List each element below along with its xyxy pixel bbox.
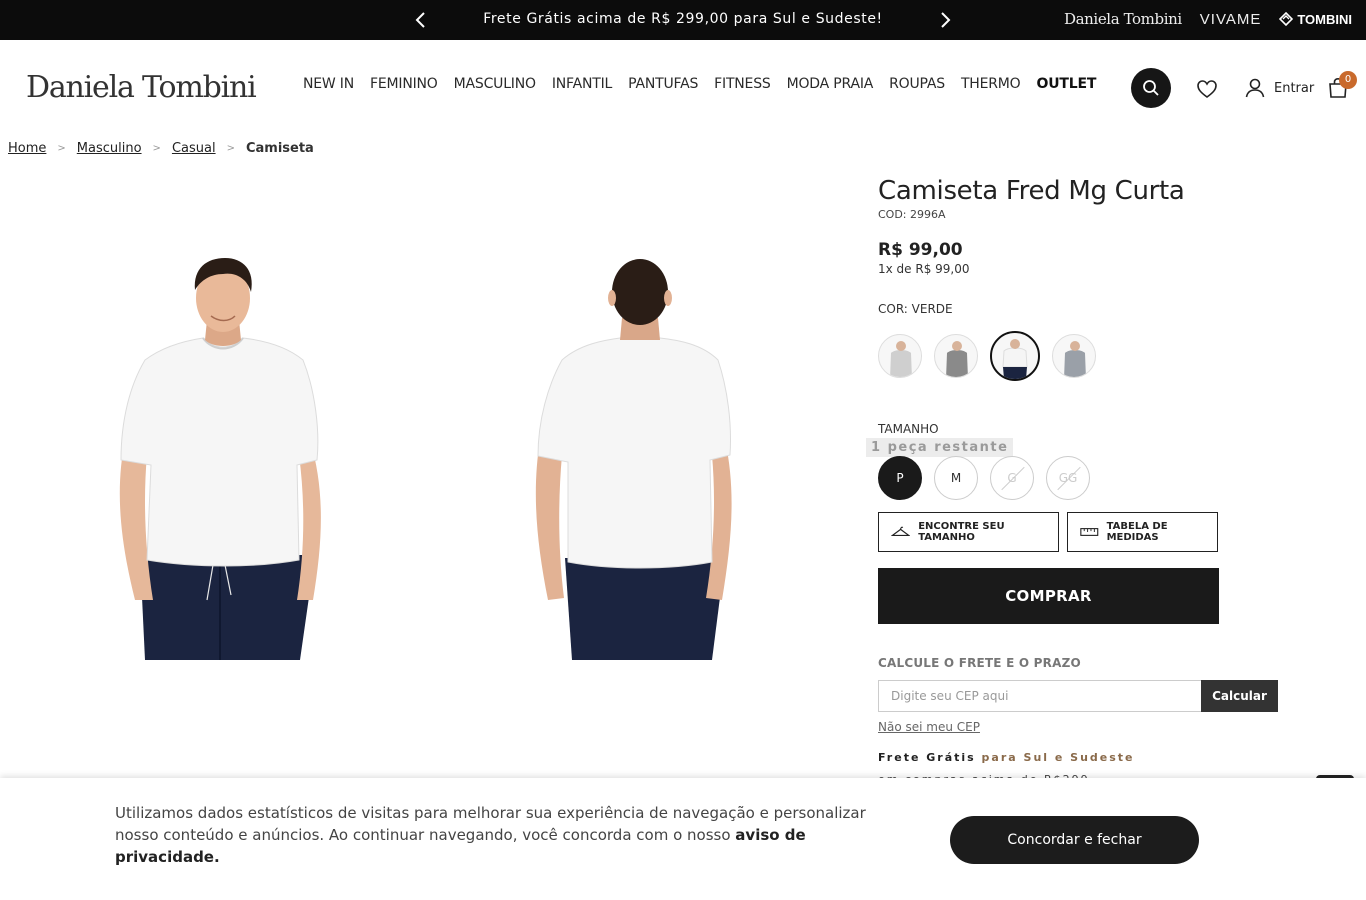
- breadcrumb-current: Camiseta: [245, 141, 314, 156]
- buy-button[interactable]: COMPRAR: [878, 568, 1219, 624]
- breadcrumb-separator-icon: >: [152, 143, 161, 154]
- stock-note: 1 peça restante: [866, 438, 1014, 457]
- find-size-label: ENCONTRE SEU TAMANHO: [918, 521, 1005, 543]
- search-button[interactable]: [1131, 68, 1171, 108]
- size-options: P M G GG: [878, 456, 1090, 500]
- nav-pantufas[interactable]: PANTUFAS: [620, 76, 706, 92]
- product-price: R$ 99,00: [878, 240, 963, 260]
- product-image-back[interactable]: [500, 240, 800, 660]
- size-option-gg[interactable]: GG: [1046, 456, 1090, 500]
- ruler-icon: [1080, 528, 1099, 536]
- swatch-thumbnail: [1002, 339, 1028, 379]
- brand-daniela-tombini[interactable]: Daniela Tombini: [1064, 10, 1182, 28]
- cookie-banner: Utilizamos dados estatísticos de visitas…: [0, 778, 1366, 900]
- cookie-text: Utilizamos dados estatísticos de visitas…: [115, 802, 885, 868]
- size-table-button[interactable]: TABELA DE MEDIDAS: [1067, 512, 1218, 552]
- size-option-g[interactable]: G: [990, 456, 1034, 500]
- wishlist-heart-icon[interactable]: [1196, 78, 1218, 100]
- chevron-right-icon[interactable]: [935, 10, 955, 30]
- nav-infantil[interactable]: INFANTIL: [544, 76, 620, 92]
- user-icon: [1245, 78, 1265, 98]
- breadcrumb-separator-icon: >: [57, 143, 66, 154]
- free-shipping-title: Frete Grátis: [878, 751, 976, 764]
- nav-moda-praia[interactable]: MODA PRAIA: [779, 76, 882, 92]
- shipping-label: CALCULE O FRETE E O PRAZO: [878, 656, 1081, 670]
- site-header: Daniela Tombini NEW IN FEMININO MASCULIN…: [0, 40, 1366, 132]
- swatch-thumbnail: [946, 341, 968, 377]
- site-logo[interactable]: Daniela Tombini: [26, 70, 257, 105]
- color-swatches: [878, 331, 1096, 381]
- size-table-label: TABELA DE MEDIDAS: [1106, 521, 1168, 543]
- nav-new-in[interactable]: NEW IN: [295, 76, 362, 92]
- color-label: COR: VERDE: [878, 302, 953, 316]
- cep-input[interactable]: [878, 680, 1202, 712]
- find-size-button[interactable]: ENCONTRE SEU TAMANHO: [878, 512, 1059, 552]
- product-info: Camiseta Fred Mg Curta COD: 2996A: [878, 176, 1278, 221]
- tombini-logo-icon: [1279, 12, 1294, 26]
- announcement-bar: Frete Grátis acima de R$ 299,00 para Sul…: [0, 0, 1366, 40]
- free-shipping-region: para Sul e Sudeste: [981, 751, 1135, 764]
- breadcrumb-separator-icon: >: [226, 143, 235, 154]
- color-swatch-slate[interactable]: [1052, 334, 1096, 378]
- nav-fitness[interactable]: FITNESS: [706, 76, 778, 92]
- search-icon: [1143, 80, 1159, 96]
- nav-outlet[interactable]: OUTLET: [1029, 76, 1105, 92]
- size-option-m[interactable]: M: [934, 456, 978, 500]
- nav-roupas[interactable]: ROUPAS: [881, 76, 953, 92]
- model-back-illustration: [535, 259, 732, 660]
- size-label: TAMANHO: [878, 422, 939, 436]
- free-shipping-note: Frete Grátis para Sul e Sudeste: [878, 751, 1135, 764]
- color-swatch-light-gray[interactable]: [878, 334, 922, 378]
- hanger-icon: [891, 526, 911, 537]
- dont-know-cep-link[interactable]: Não sei meu CEP: [878, 720, 980, 734]
- main-nav: NEW IN FEMININO MASCULINO INFANTIL PANTU…: [295, 76, 1104, 92]
- brand-vivame[interactable]: VIVAME: [1200, 11, 1262, 28]
- breadcrumb-casual[interactable]: Casual: [172, 141, 216, 156]
- product-code: COD: 2996A: [878, 208, 946, 221]
- nav-thermo[interactable]: THERMO: [953, 76, 1029, 92]
- swatch-thumbnail: [890, 341, 912, 377]
- size-option-p[interactable]: P: [878, 456, 922, 500]
- installments: 1x de R$ 99,00: [878, 262, 970, 276]
- login-link[interactable]: Entrar: [1244, 77, 1314, 99]
- breadcrumb-home[interactable]: Home: [8, 141, 46, 156]
- nav-masculino[interactable]: MASCULINO: [446, 76, 544, 92]
- color-swatch-gray[interactable]: [934, 334, 978, 378]
- brand-links: Daniela Tombini VIVAME TOMBINI: [1064, 10, 1352, 28]
- product-image-front[interactable]: [85, 240, 385, 660]
- brand-tombini-label: TOMBINI: [1297, 11, 1352, 27]
- swatch-thumbnail: [1064, 341, 1086, 377]
- size-helpers: ENCONTRE SEU TAMANHO TABELA DE MEDIDAS: [878, 512, 1218, 552]
- brand-tombini[interactable]: TOMBINI: [1279, 12, 1352, 27]
- color-swatch-white-selected[interactable]: [990, 331, 1040, 381]
- cart-count-badge: 0: [1339, 71, 1357, 89]
- breadcrumb: Home > Masculino > Casual > Camiseta: [8, 141, 314, 156]
- accept-cookies-button[interactable]: Concordar e fechar: [950, 816, 1199, 864]
- login-label: Entrar: [1274, 80, 1315, 96]
- product-title: Camiseta Fred Mg Curta: [878, 176, 1185, 206]
- nav-feminino[interactable]: FEMININO: [362, 76, 446, 92]
- calculate-shipping-button[interactable]: Calcular: [1201, 680, 1278, 712]
- model-front-illustration: [119, 258, 321, 660]
- breadcrumb-masculino[interactable]: Masculino: [77, 141, 142, 156]
